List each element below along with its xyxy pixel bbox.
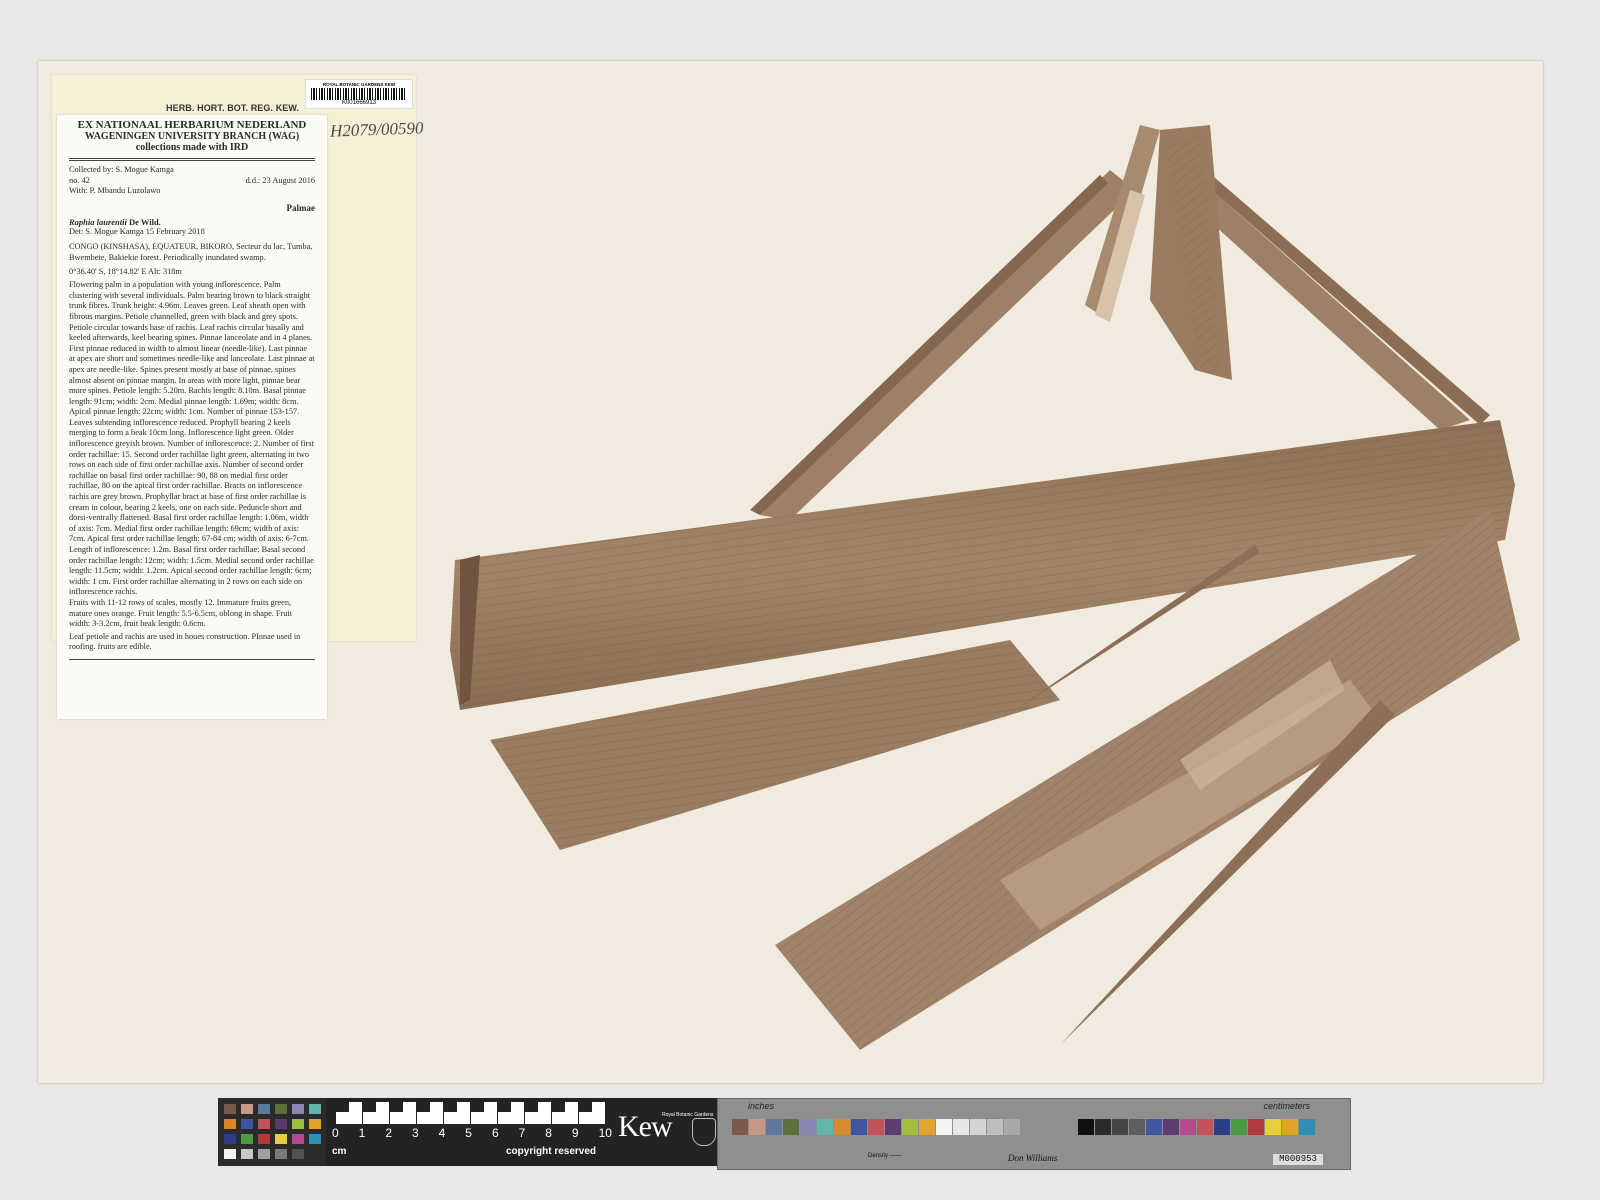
color-swatch [241,1104,253,1114]
target-swatch [919,1119,935,1135]
color-swatch [275,1119,287,1129]
target-swatch [851,1119,867,1135]
family: Palmae [286,202,316,213]
coordinates: 0°36.40' S, 18°14.82' E Alt: 318m [69,266,182,276]
inches-label: inches [748,1101,775,1111]
target-swatch [817,1119,833,1135]
color-swatch [258,1149,270,1159]
target-swatch [936,1119,952,1135]
number-date-row: no. 42 d.d.: 23 August 2016 [69,176,315,187]
color-swatch [309,1149,321,1159]
ruler-numbers: 0 1 2 3 4 5 6 7 8 9 10 [332,1126,612,1140]
target-swatch [1299,1119,1315,1135]
color-swatch [241,1119,253,1129]
target-swatch [868,1119,884,1135]
uses: Leaf petiole and rachis are used in houe… [69,631,301,652]
color-target: inches centimeters Density —— Don Willia… [717,1098,1351,1170]
crest-icon [692,1118,716,1146]
target-swatch [987,1119,1003,1135]
color-swatch [292,1104,304,1114]
color-checker [218,1098,326,1166]
color-swatch [258,1134,270,1144]
target-swatch [953,1119,969,1135]
target-swatch [1265,1119,1281,1135]
barcode-institution: ROYAL BOTANIC GARDENS KEW [322,82,396,87]
color-swatch [275,1104,287,1114]
target-swatch [749,1119,765,1135]
institution-line-1: EX NATIONAAL HERBARIUM NEDERLAND [77,119,307,131]
kew-logo-box: Kew Royal Botanic Gardens [612,1098,717,1166]
barcode-label: ROYAL BOTANIC GARDENS KEW K001666913 [305,79,413,109]
target-swatch [800,1119,816,1135]
target-swatch [1095,1119,1111,1135]
barcode-icon [311,88,407,100]
description-vegetative: Flowering palm in a population with youn… [69,280,315,417]
color-swatch [309,1104,321,1114]
description-inflorescence: Leaves subtending inflorescence reduced.… [69,417,314,597]
signature: Don Williams [1008,1153,1058,1163]
color-swatch [258,1119,270,1129]
target-swatch [902,1119,918,1135]
color-swatch [224,1104,236,1114]
color-swatch [292,1134,304,1144]
barcode-number: K001666913 [341,100,377,106]
taxon-author: De Wild. [129,216,161,227]
target-swatch [970,1119,986,1135]
institution-line-2: WAGENINGEN UNIVERSITY BRANCH (WAG) [84,131,300,142]
target-swatch [1231,1119,1247,1135]
handwritten-number: H2079/00590 [329,118,424,141]
target-code: M000953 [1273,1154,1323,1165]
density-label: Density —— [868,1153,902,1159]
target-swatch [1004,1119,1020,1135]
leaf-rachis-left [760,170,1135,520]
herbarium-header: HERB. HORT. BOT. REG. KEW. [166,103,300,113]
target-swatch [1180,1119,1196,1135]
color-swatch [258,1104,270,1114]
target-swatch [1146,1119,1162,1135]
target-swatch [1078,1119,1094,1135]
specimen-label: EX NATIONAAL HERBARIUM NEDERLAND WAGENIN… [57,115,327,719]
collector: Collected by: S. Mogue Kamga [69,165,174,174]
target-swatch [1163,1119,1179,1135]
target-swatch [1129,1119,1145,1135]
target-swatch [1282,1119,1298,1135]
color-swatch [224,1134,236,1144]
taxon: Raphia laurentii De Wild. [69,217,315,227]
color-swatch [224,1149,236,1159]
determination: Det: S. Mogue Kamga 15 February 2018 [69,226,205,236]
ruler-unit: cm [332,1146,347,1157]
label-end-rule [69,658,315,660]
collection-date: d.d.: 23 August 2016 [245,175,315,185]
cm-ruler: 0 1 2 3 4 5 6 7 8 9 10 cm copyright rese… [326,1098,612,1166]
co-collector: With: P. Mbandu Luzolawo [69,186,161,196]
target-swatch [783,1119,799,1135]
target-swatch [834,1119,850,1135]
target-swatch [1214,1119,1230,1135]
color-swatch [309,1134,321,1144]
centimeters-label: centimeters [1263,1101,1310,1111]
target-swatch [1112,1119,1128,1135]
target-swatch [885,1119,901,1135]
collection-number: no. 42 [69,175,90,185]
locality: CONGO (KINSHASA), EQUATEUR, BIKORO, Sect… [69,242,313,262]
institution-line-3: collections made with IRD [135,142,249,153]
target-swatch [766,1119,782,1135]
color-swatch [224,1119,236,1129]
color-swatch [275,1134,287,1144]
copyright-text: copyright reserved [506,1146,597,1157]
target-swatch [732,1119,748,1135]
label-divider [69,158,315,161]
description-fruits: Fruits with 11-12 rows of scales, mostly… [69,597,293,629]
color-swatch [241,1149,253,1159]
color-swatch [292,1149,304,1159]
color-swatch [275,1149,287,1159]
color-swatch [241,1134,253,1144]
target-swatch [1197,1119,1213,1135]
color-swatch [292,1119,304,1129]
color-swatch [309,1119,321,1129]
target-swatch [1248,1119,1264,1135]
taxon-name: Raphia laurentii [69,216,127,227]
